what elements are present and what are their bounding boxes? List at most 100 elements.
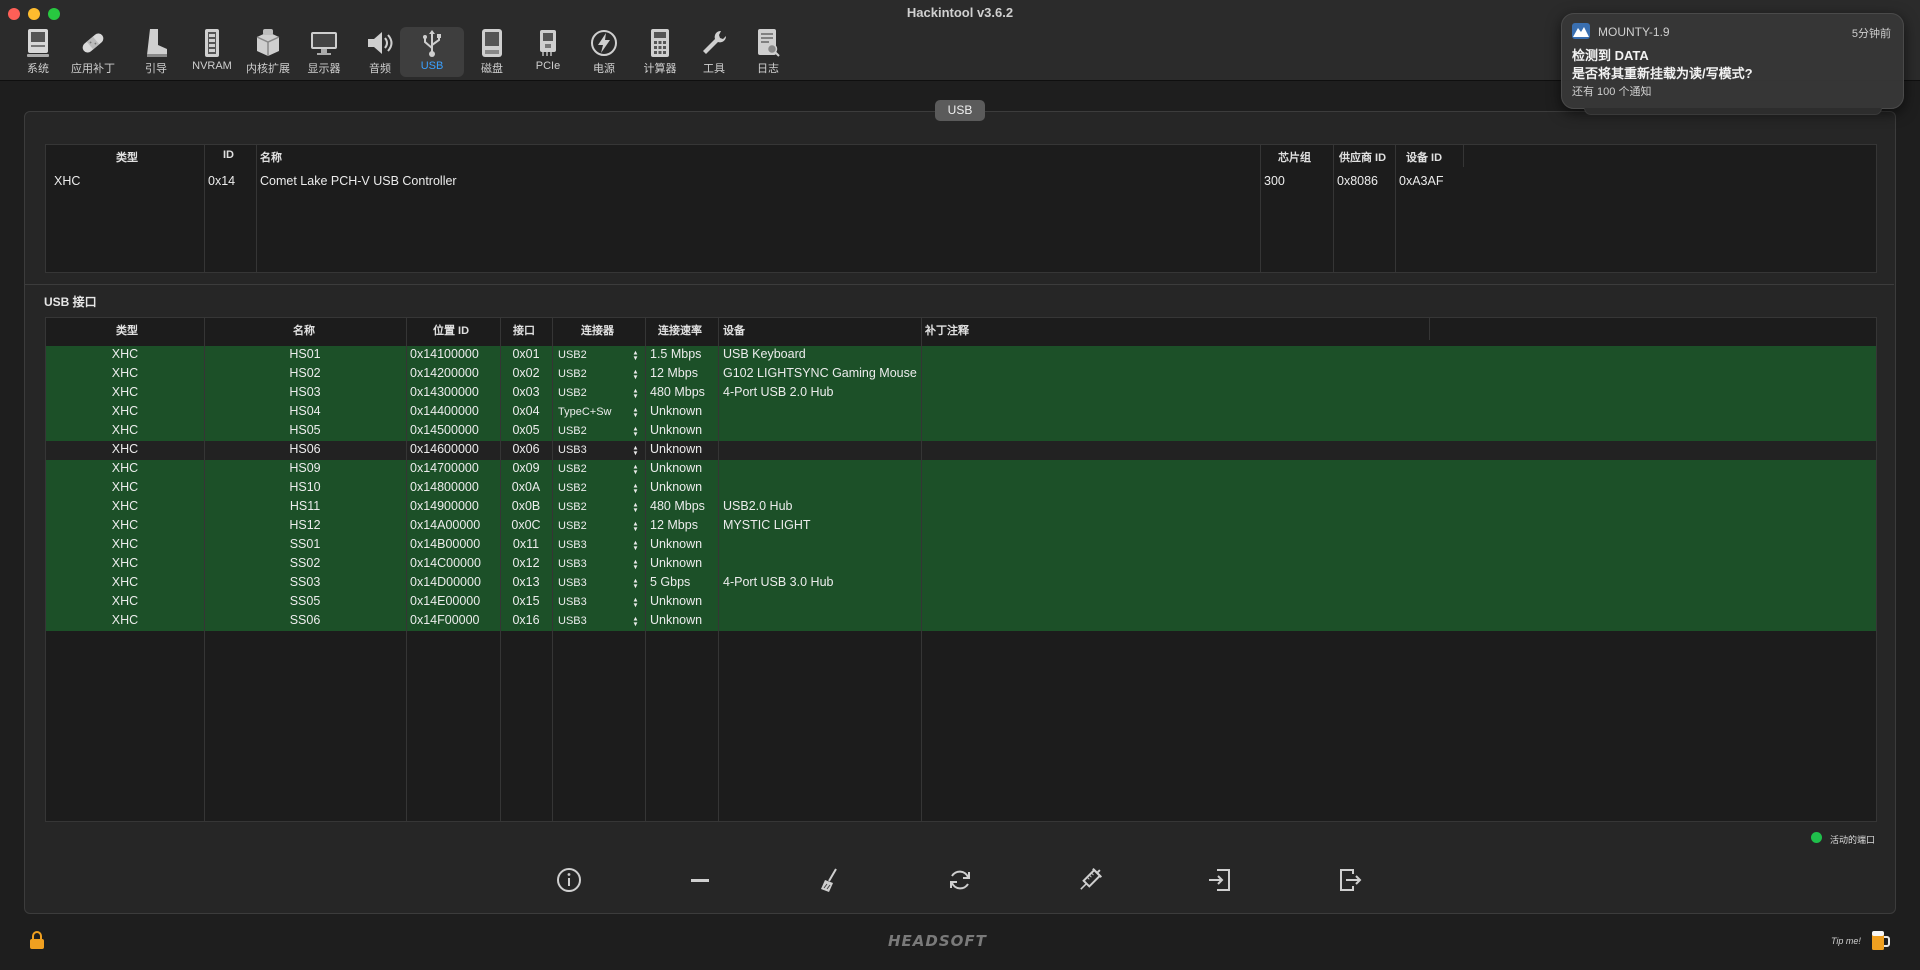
usb-port-row[interactable]: XHC HS05 0x14500000 0x05 USB2 Unknown ▲ ▼: [46, 422, 1876, 441]
toolbar-item-usb[interactable]: USB: [400, 27, 464, 77]
port-cell-connector[interactable]: USB3: [558, 596, 587, 608]
info-button[interactable]: [555, 866, 583, 894]
port-cell-connector[interactable]: USB2: [558, 501, 587, 513]
connector-popup-chevron-icon[interactable]: ▲ ▼: [632, 349, 638, 361]
usb-port-row[interactable]: XHC HS04 0x14400000 0x04 TypeC+Sw Unknown ▲ ▼: [46, 403, 1876, 422]
toolbar-item-pcie[interactable]: PCIe: [520, 27, 576, 77]
export-button[interactable]: [1336, 866, 1364, 894]
toolbar-item-kext[interactable]: 内核扩展: [240, 27, 296, 77]
usb-port-row[interactable]: XHC HS02 0x14200000 0x02 USB2 12 Mbps G102 LIG…: [46, 365, 1876, 384]
port-cell-connector[interactable]: USB2: [558, 425, 587, 437]
usb-port-row[interactable]: XHC SS02 0x14C00000 0x12 USB3 Unknown ▲ ▼: [46, 555, 1876, 574]
usb-port-row[interactable]: XHC HS10 0x14800000 0x0A USB2 Unknown ▲ ▼: [46, 479, 1876, 498]
port-cell-type: XHC: [111, 537, 139, 551]
column-header-speed[interactable]: 连接速率: [658, 322, 702, 338]
toolbar-item-disk[interactable]: 磁盘: [464, 27, 520, 77]
column-header-comment[interactable]: 补丁注释: [925, 322, 969, 338]
headsoft-logo[interactable]: HEADSOFT: [888, 932, 987, 950]
usb-port-row[interactable]: XHC SS03 0x14D00000 0x13 USB3 5 Gbps 4-Port US…: [46, 574, 1876, 593]
connector-popup-chevron-icon[interactable]: ▲ ▼: [632, 463, 638, 475]
port-cell-speed: 5 Gbps: [650, 575, 691, 589]
port-cell-connector[interactable]: USB2: [558, 387, 587, 399]
column-header-port[interactable]: 接口: [513, 322, 535, 338]
connector-popup-chevron-icon[interactable]: ▲ ▼: [632, 406, 638, 418]
usb-port-row[interactable]: XHC SS05 0x14E00000 0x15 USB3 Unknown ▲ ▼: [46, 593, 1876, 612]
connector-popup-chevron-icon[interactable]: ▲ ▼: [632, 444, 638, 456]
port-cell-connector[interactable]: USB3: [558, 558, 587, 570]
port-cell-type: XHC: [111, 385, 139, 399]
port-cell-type: XHC: [111, 518, 139, 532]
panel-tab-usb[interactable]: USB: [935, 100, 985, 121]
port-cell-connector[interactable]: USB2: [558, 463, 587, 475]
tip-me-label: Tip me!: [1831, 936, 1861, 946]
toolbar-item-tools[interactable]: 工具: [686, 27, 742, 77]
column-header-location-id[interactable]: 位置 ID: [433, 322, 469, 338]
port-cell-connector[interactable]: USB2: [558, 482, 587, 494]
port-cell-connector[interactable]: USB2: [558, 520, 587, 532]
controller-row[interactable]: XHC 0x14 Comet Lake PCH-V USB Controller…: [46, 174, 1876, 193]
connector-popup-chevron-icon[interactable]: ▲ ▼: [632, 615, 638, 627]
notification-title: 检测到 DATA: [1572, 48, 1649, 63]
column-header-type[interactable]: 类型: [116, 322, 138, 338]
connector-popup-chevron-icon[interactable]: ▲ ▼: [632, 596, 638, 608]
controllers-table-header: 类型 ID 名称 芯片组 供应商 ID 设备 ID: [46, 145, 1876, 167]
clear-button[interactable]: [815, 866, 843, 894]
port-cell-speed: Unknown: [650, 404, 703, 418]
inject-button[interactable]: [1076, 866, 1104, 894]
refresh-button[interactable]: [946, 866, 974, 894]
port-cell-connector[interactable]: USB3: [558, 444, 587, 456]
port-cell-connector[interactable]: USB3: [558, 577, 587, 589]
port-cell-device: USB Keyboard: [723, 347, 806, 361]
remove-button[interactable]: [686, 866, 714, 894]
toolbar-item-display[interactable]: 显示器: [296, 27, 352, 77]
usb-port-row[interactable]: XHC HS09 0x14700000 0x09 USB2 Unknown ▲ ▼: [46, 460, 1876, 479]
port-cell-speed: Unknown: [650, 594, 703, 608]
toolbar-item-patch[interactable]: 应用补丁: [58, 27, 128, 77]
port-cell-connector[interactable]: TypeC+Sw: [558, 406, 612, 418]
connector-popup-chevron-icon[interactable]: ▲ ▼: [632, 387, 638, 399]
beer-mug-icon[interactable]: [1870, 928, 1890, 952]
lock-icon[interactable]: [29, 930, 45, 950]
column-header-chipset[interactable]: 芯片组: [1278, 149, 1311, 165]
column-header-vendor-id[interactable]: 供应商 ID: [1339, 149, 1386, 165]
toolbar-item-nvram[interactable]: NVRAM: [184, 27, 240, 77]
toolbar-item-boot[interactable]: 引导: [128, 27, 184, 77]
port-cell-speed: 480 Mbps: [650, 499, 705, 513]
toolbar-item-calculator[interactable]: 计算器: [630, 27, 690, 77]
port-cell-connector[interactable]: USB3: [558, 539, 587, 551]
usb-ports-section-label: USB 接口: [44, 295, 97, 309]
speaker-icon: [363, 27, 397, 59]
connector-popup-chevron-icon[interactable]: ▲ ▼: [632, 558, 638, 570]
column-header-name[interactable]: 名称: [260, 149, 282, 165]
import-button[interactable]: [1206, 866, 1234, 894]
toolbar-item-log[interactable]: 日志: [740, 27, 796, 77]
usb-port-row[interactable]: XHC HS11 0x14900000 0x0B USB2 480 Mbps USB2.0 …: [46, 498, 1876, 517]
column-header-device[interactable]: 设备: [723, 322, 745, 338]
usb-port-row[interactable]: XHC HS03 0x14300000 0x03 USB2 480 Mbps 4-Port …: [46, 384, 1876, 403]
port-cell-connector[interactable]: USB2: [558, 349, 587, 361]
column-header-type[interactable]: 类型: [116, 149, 138, 165]
connector-popup-chevron-icon[interactable]: ▲ ▼: [632, 368, 638, 380]
stacked-notifications: [1584, 108, 1882, 115]
usb-port-row[interactable]: XHC SS01 0x14B00000 0x11 USB3 Unknown ▲ ▼: [46, 536, 1876, 555]
connector-popup-chevron-icon[interactable]: ▲ ▼: [632, 425, 638, 437]
notification-banner[interactable]: MOUNTY-1.9 5分钟前 检测到 DATA 是否将其重新挂载为读/写模式?…: [1561, 13, 1904, 109]
port-cell-connector[interactable]: USB2: [558, 368, 587, 380]
port-cell-connector[interactable]: USB3: [558, 615, 587, 627]
connector-popup-chevron-icon[interactable]: ▲ ▼: [632, 520, 638, 532]
column-header-device-id[interactable]: 设备 ID: [1406, 149, 1442, 165]
connector-popup-chevron-icon[interactable]: ▲ ▼: [632, 482, 638, 494]
notification-app-name: MOUNTY-1.9: [1598, 25, 1670, 39]
column-header-connector[interactable]: 连接器: [581, 322, 614, 338]
column-header-name[interactable]: 名称: [293, 322, 315, 338]
port-cell-name: SS01: [289, 537, 321, 551]
connector-popup-chevron-icon[interactable]: ▲ ▼: [632, 539, 638, 551]
connector-popup-chevron-icon[interactable]: ▲ ▼: [632, 501, 638, 513]
toolbar-item-power[interactable]: 电源: [576, 27, 632, 77]
usb-port-row[interactable]: XHC HS12 0x14A00000 0x0C USB2 12 Mbps MYSTIC L…: [46, 517, 1876, 536]
usb-port-row[interactable]: XHC SS06 0x14F00000 0x16 USB3 Unknown ▲ ▼: [46, 612, 1876, 631]
connector-popup-chevron-icon[interactable]: ▲ ▼: [632, 577, 638, 589]
column-header-id[interactable]: ID: [223, 149, 234, 161]
usb-port-row[interactable]: XHC HS01 0x14100000 0x01 USB2 1.5 Mbps USB Key…: [46, 346, 1876, 365]
usb-port-row[interactable]: XHC HS06 0x14600000 0x06 USB3 Unknown ▲ ▼: [46, 441, 1876, 460]
